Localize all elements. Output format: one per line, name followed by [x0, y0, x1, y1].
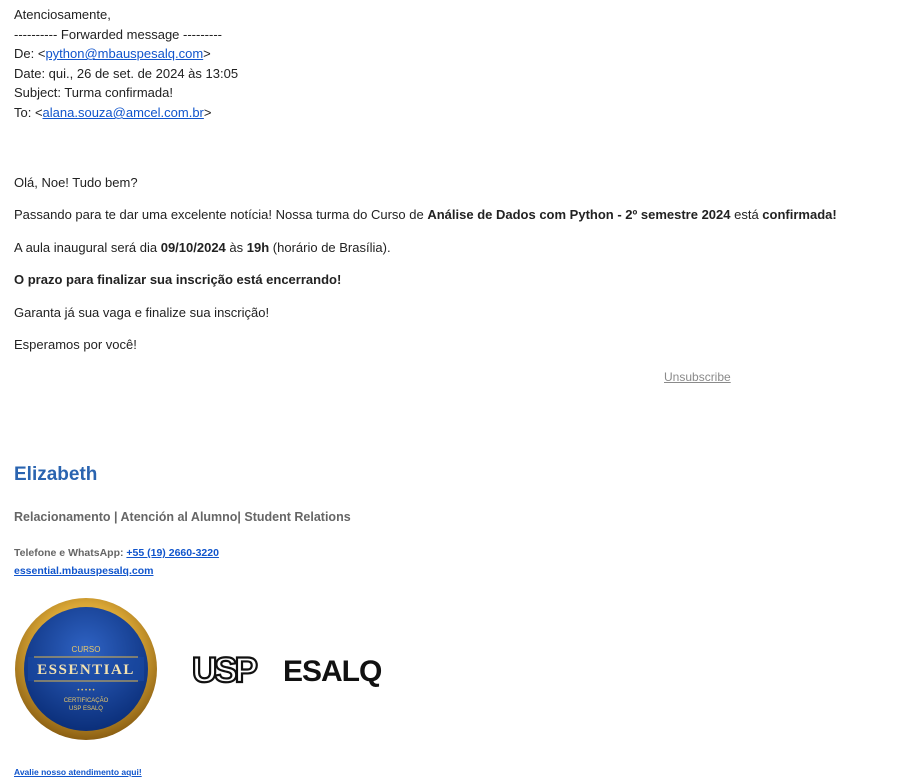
from-email-link[interactable]: python@mbauspesalq.com — [45, 46, 203, 61]
website-link[interactable]: essential.mbauspesalq.com — [14, 565, 153, 577]
feedback-link[interactable]: Avalie nosso atendimento aqui! — [14, 767, 142, 777]
badge-line2: USP ESALQ — [69, 706, 103, 712]
signature-role: Relacionamento | Atención al Alumno| Stu… — [14, 510, 351, 524]
paragraph-deadline: O prazo para finalizar sua inscrição est… — [14, 272, 342, 287]
to-email-link[interactable]: alana.souza@amcel.com.br — [43, 105, 204, 120]
phone-link[interactable]: +55 (19) 2660-3220 — [126, 547, 219, 559]
badge-top-text: CURSO — [72, 645, 101, 654]
esalq-logo-text: ESALQ — [283, 655, 382, 688]
badge-line1: CERTIFICAÇÃO — [64, 697, 109, 704]
usp-logo-text: USP — [192, 651, 258, 688]
paragraph-class-date: A aula inaugural será dia 09/10/2024 às … — [14, 240, 391, 255]
greeting: Olá, Noe! Tudo bem? — [14, 175, 138, 190]
date-line: Date: qui., 26 de set. de 2024 às 13:05 — [14, 65, 239, 81]
from-line: De: <python@mbauspesalq.com> — [14, 46, 211, 62]
signature-phone: Telefone e WhatsApp: +55 (19) 2660-3220 — [14, 547, 219, 559]
sign-off: Atenciosamente, — [14, 7, 111, 22]
badge-title: ESSENTIAL — [37, 662, 135, 678]
paragraph-confirmation: Passando para te dar uma excelente notíc… — [14, 207, 837, 222]
usp-esalq-logo: USP ESALQ — [192, 650, 383, 688]
paragraph-cta: Garanta já sua vaga e finalize sua inscr… — [14, 305, 270, 320]
essential-badge-logo: CURSO ESSENTIAL • • • • • CERTIFICAÇÃO U… — [15, 598, 157, 740]
to-line: To: <alana.souza@amcel.com.br> — [14, 104, 212, 120]
forward-header: Atenciosamente, ---------- Forwarded mes… — [14, 5, 238, 123]
signature-name: Elizabeth — [14, 464, 98, 485]
subject-line: Subject: Turma confirmada! — [14, 85, 173, 101]
badge-dots: • • • • • — [77, 688, 94, 694]
paragraph-closing: Esperamos por você! — [14, 337, 137, 352]
forward-separator: ---------- Forwarded message --------- — [14, 26, 222, 42]
unsubscribe-link[interactable]: Unsubscribe — [664, 370, 731, 384]
